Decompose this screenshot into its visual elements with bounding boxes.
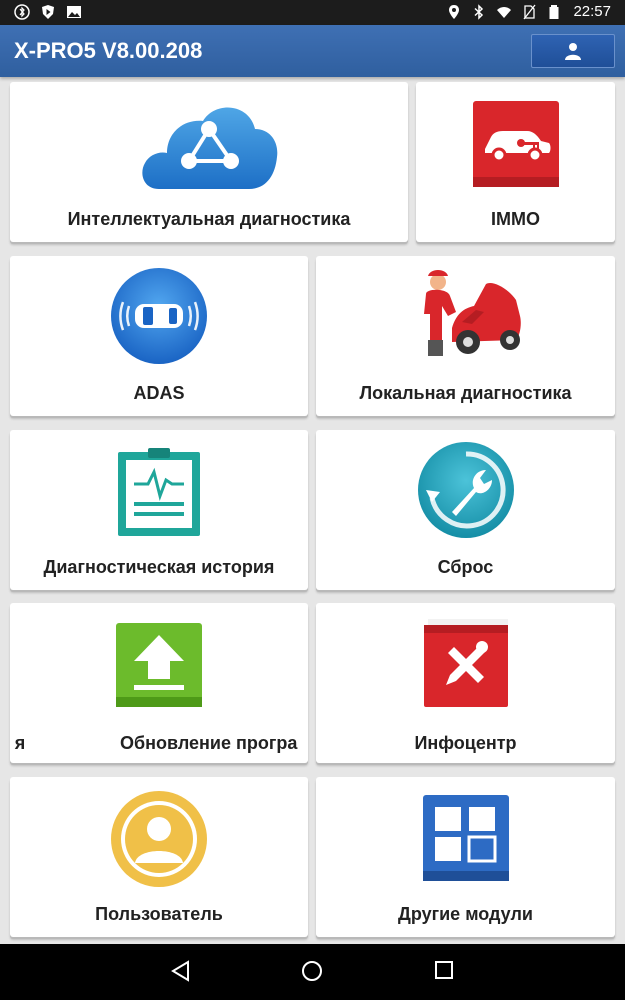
- user-button[interactable]: [531, 34, 615, 68]
- repair-book-icon: [423, 619, 508, 707]
- tile-diagnostic-history[interactable]: Диагностическая история: [10, 430, 308, 590]
- tile-label: Интеллектуальная диагностика: [67, 209, 351, 229]
- upload-arrow-icon: [116, 623, 202, 707]
- tile-label: Обновление програ: [120, 733, 298, 753]
- back-icon[interactable]: [170, 960, 192, 982]
- tile-infocenter[interactable]: Инфоцентр: [316, 603, 615, 763]
- mechanic-car-icon: [423, 270, 521, 356]
- clipboard-chart-icon: [118, 448, 200, 536]
- tile-user[interactable]: Пользователь: [10, 777, 308, 937]
- tile-label-overflow: я: [14, 733, 26, 753]
- app-bar: X-PRO5 V8.00.208: [0, 25, 625, 77]
- cloud-share-icon: [142, 107, 278, 189]
- tile-label: Диагностическая история: [43, 557, 275, 577]
- tile-label: ADAS: [133, 383, 185, 403]
- user-icon: [565, 43, 581, 60]
- modules-grid-icon: [422, 795, 509, 881]
- tile-local-diagnostics[interactable]: Локальная диагностика: [316, 256, 615, 416]
- tile-label: Сброс: [437, 557, 494, 577]
- car-radar-icon: [111, 268, 207, 364]
- navigation-bar: [0, 944, 625, 1000]
- tile-label: Пользователь: [95, 904, 223, 924]
- tile-label: IMMO: [491, 209, 540, 229]
- tile-label: Инфоцентр: [414, 733, 517, 753]
- tile-immo[interactable]: IMMO: [416, 82, 615, 242]
- tile-smart-diagnostics[interactable]: Интеллектуальная диагностика: [10, 82, 408, 242]
- home-icon[interactable]: [301, 960, 323, 982]
- location-icon: [449, 4, 460, 19]
- tile-other-modules[interactable]: Другие модули: [316, 777, 615, 937]
- user-circle-icon: [111, 791, 207, 887]
- recents-icon[interactable]: [434, 960, 454, 980]
- bluetooth-icon: [474, 3, 484, 20]
- car-key-icon: [472, 101, 559, 187]
- image-icon: [67, 6, 81, 18]
- clock: 22:57: [573, 3, 611, 20]
- tile-reset[interactable]: Сброс: [316, 430, 615, 590]
- app-title: X-PRO5 V8.00.208: [14, 38, 203, 63]
- wifi-icon: [497, 6, 512, 18]
- shield-play-icon: [42, 5, 54, 19]
- tile-label: Локальная диагностика: [359, 383, 572, 403]
- battery-icon: [549, 4, 559, 19]
- wrench-reset-icon: [417, 442, 514, 538]
- tile-software-update[interactable]: я Обновление програ: [10, 603, 308, 763]
- tile-adas[interactable]: ADAS: [10, 256, 308, 416]
- status-bar: 22:57: [0, 0, 625, 25]
- tile-label: Другие модули: [398, 904, 533, 924]
- bluetooth-app-icon: [14, 4, 30, 20]
- no-sim-icon: [523, 4, 536, 19]
